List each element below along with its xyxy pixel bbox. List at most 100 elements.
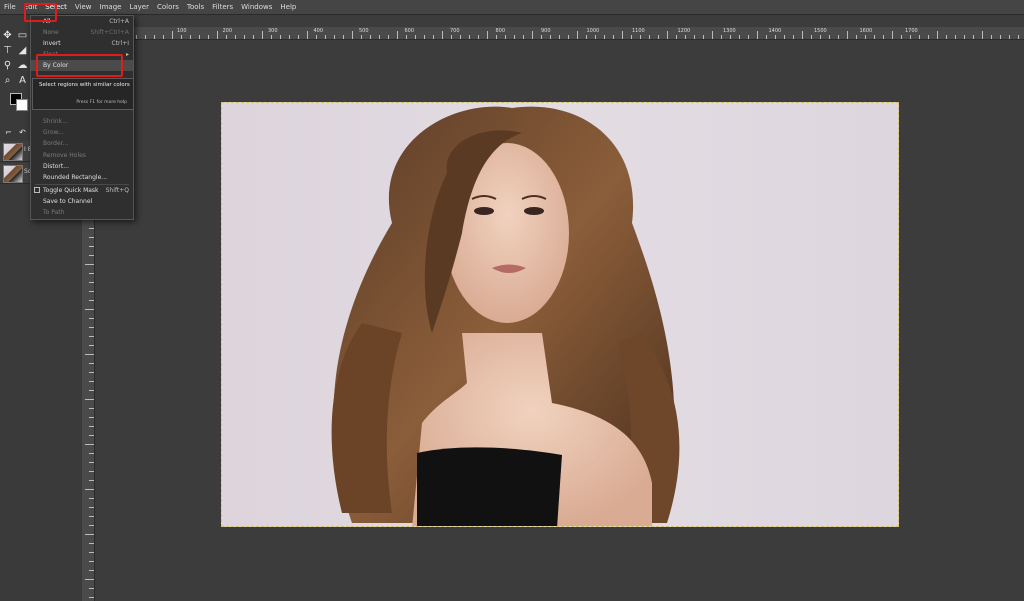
zoom-tool-icon[interactable]: ⌕ <box>2 75 13 86</box>
menu-item-remove-holes[interactable]: Remove Holes <box>31 150 133 161</box>
ruler-tick <box>622 31 623 39</box>
ruler-tick <box>89 345 94 346</box>
ruler-tick <box>784 35 785 39</box>
menu-item-distort[interactable]: Distort... <box>31 161 133 172</box>
ruler-tick <box>640 35 641 39</box>
menu-item-invert[interactable]: Invert Ctrl+I <box>31 38 133 49</box>
menu-tools[interactable]: Tools <box>183 0 208 14</box>
ruler-tick <box>280 35 281 39</box>
ruler-tick <box>865 35 866 39</box>
ruler-tick <box>226 35 227 39</box>
ruler-tick <box>89 453 94 454</box>
ruler-tick <box>181 35 182 39</box>
ruler-label: 200 <box>222 28 233 34</box>
menu-item-shrink[interactable]: Shrink... <box>31 116 133 127</box>
ruler-tick <box>748 35 749 39</box>
menu-item-grow[interactable]: Grow... <box>31 127 133 138</box>
ruler-tick <box>694 35 695 39</box>
menu-file[interactable]: File <box>0 0 20 14</box>
image-canvas[interactable] <box>221 102 899 527</box>
ruler-tick <box>982 31 983 39</box>
menu-item-label: Distort... <box>43 163 69 170</box>
ruler-tick <box>190 35 191 39</box>
menu-help[interactable]: Help <box>276 0 300 14</box>
menu-windows[interactable]: Windows <box>237 0 276 14</box>
ruler-tick <box>964 35 965 39</box>
menu-item-rounded-rectangle[interactable]: Rounded Rectangle... <box>31 172 133 183</box>
ruler-tick <box>937 31 938 39</box>
menu-image[interactable]: Image <box>96 0 126 14</box>
ruler-tick <box>541 35 542 39</box>
menu-item-toggle-quick-mask[interactable]: Toggle Quick Mask Shift+Q <box>31 185 133 196</box>
rect-select-tool-icon[interactable]: ▭ <box>17 30 28 41</box>
ruler-label: 1400 <box>768 28 782 34</box>
menu-item-label: Grow... <box>43 129 64 136</box>
ruler-tick <box>667 31 668 39</box>
menu-item-label: Remove Holes <box>43 152 86 159</box>
ruler-tick <box>892 31 893 39</box>
undo-history-icon[interactable]: ↶ <box>17 127 28 138</box>
menu-item-save-to-channel[interactable]: Save to Channel <box>31 196 133 207</box>
ruler-tick <box>89 408 94 409</box>
ruler-tick <box>89 561 94 562</box>
ruler-tick <box>631 35 632 39</box>
submenu-arrow-icon: ▸ <box>125 51 129 58</box>
ruler-tick <box>136 35 137 39</box>
ruler-tick <box>343 35 344 39</box>
ruler-tick <box>559 35 560 39</box>
ruler-tick <box>89 516 94 517</box>
ruler-tick <box>89 543 94 544</box>
ruler-label: 1600 <box>859 28 873 34</box>
ruler-tick <box>89 273 94 274</box>
menu-item-to-path[interactable]: To Path <box>31 207 133 218</box>
ruler-tick <box>577 31 578 39</box>
ruler-tick <box>469 35 470 39</box>
ruler-label: 900 <box>541 28 551 34</box>
layers-tab-icon[interactable]: ⌐ <box>3 127 14 138</box>
ruler-tick <box>85 579 94 580</box>
ruler-tick <box>89 390 94 391</box>
ruler-tick <box>89 228 94 229</box>
menu-view[interactable]: View <box>71 0 96 14</box>
ruler-tick <box>89 336 94 337</box>
menu-item-shortcut: Shift+Ctrl+A <box>90 29 129 36</box>
ruler-tick <box>89 435 94 436</box>
ruler-label: 1700 <box>905 28 918 34</box>
crop-tool-icon[interactable]: ⊤ <box>2 45 13 56</box>
ruler-tick <box>334 35 335 39</box>
ruler-tick <box>649 35 650 39</box>
smudge-tool-icon[interactable]: ☁ <box>17 60 28 71</box>
portrait-photo <box>331 106 680 526</box>
ruler-tick <box>89 318 94 319</box>
background-color-swatch[interactable] <box>16 99 28 111</box>
ruler-tick <box>847 31 848 39</box>
clone-tool-icon[interactable]: ⚲ <box>2 60 13 71</box>
ruler-tick <box>352 31 353 39</box>
menu-item-none[interactable]: None Shift+Ctrl+A <box>31 27 133 38</box>
menu-item-shortcut: Shift+Q <box>105 187 129 194</box>
ruler-tick <box>766 35 767 39</box>
ruler-tick <box>802 31 803 39</box>
ruler-tick <box>586 35 587 39</box>
ruler-tick <box>1009 35 1010 39</box>
menu-colors[interactable]: Colors <box>153 0 183 14</box>
menu-item-border[interactable]: Border... <box>31 138 133 149</box>
bucket-fill-tool-icon[interactable]: ◢ <box>17 45 28 56</box>
move-tool-icon[interactable]: ✥ <box>2 30 13 41</box>
ruler-tick <box>163 35 164 39</box>
text-tool-icon[interactable]: A <box>17 75 28 86</box>
ruler-tick <box>595 35 596 39</box>
ruler-tick <box>316 35 317 39</box>
menu-filters[interactable]: Filters <box>208 0 237 14</box>
ruler-tick <box>89 237 94 238</box>
ruler-tick <box>89 597 94 598</box>
horizontal-ruler[interactable]: 100 200 300 400 500 600 700 800 900 1000 1100 1200 1… <box>82 27 1024 40</box>
ruler-label: 1200 <box>677 28 691 34</box>
menu-layer[interactable]: Layer <box>125 0 153 14</box>
ruler-label: 600 <box>404 28 415 34</box>
ruler-tick <box>658 35 659 39</box>
menu-item-label: Border... <box>43 140 69 147</box>
ruler-tick <box>451 35 452 39</box>
ruler-tick <box>145 35 146 39</box>
ruler-tick <box>874 35 875 39</box>
